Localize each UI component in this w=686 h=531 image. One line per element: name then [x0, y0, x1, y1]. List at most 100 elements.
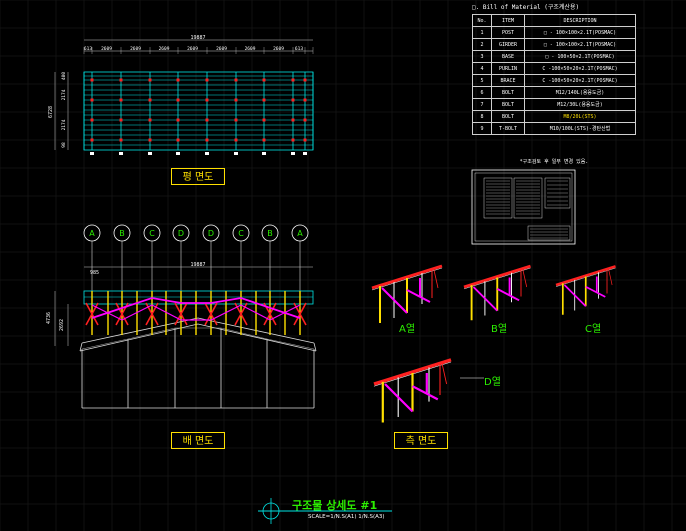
drawing-title: 구조물 상세도 #1: [292, 499, 378, 512]
base-plate: [119, 152, 123, 155]
section-frame: [555, 265, 616, 315]
bom-cell-no: 6: [472, 86, 492, 99]
post-marker: [262, 118, 266, 122]
bom-title: □. Bill of Material (구조계산용): [472, 4, 580, 11]
plan-span-dimension: 613: [295, 46, 303, 52]
building-outline: [79, 317, 317, 409]
section-frame: [463, 264, 531, 321]
post-marker: [205, 98, 209, 102]
section-frame: [373, 358, 452, 423]
elevation-posts-braces: [85, 291, 307, 335]
row-marker-letter: C: [149, 229, 155, 238]
post-marker: [119, 98, 123, 102]
bom-header-description: DESCRIPTION: [524, 14, 636, 27]
bom-cell-item: T-BOLT: [491, 122, 525, 135]
side-sections: [371, 264, 616, 423]
post-marker: [148, 78, 152, 82]
bom-row: 7 BOLT M12/30L(용융도금): [472, 98, 636, 111]
section-d-label: D열: [484, 377, 501, 388]
side-view-label: 측 면도: [394, 432, 448, 449]
bill-of-material-table: No. ITEM DESCRIPTION 1 POST □ - 100×100×2.…: [472, 14, 636, 135]
base-plate: [291, 152, 295, 155]
bom-cell-item: BOLT: [491, 110, 525, 123]
bom-row: 5 BRACE C -100×50×20×2.1T(POSMAC): [472, 74, 636, 87]
bom-cell-item: BRACE: [491, 74, 525, 87]
elevation-panel-frame: [83, 290, 314, 305]
elevation-view-label: 배 면도: [171, 432, 225, 449]
bom-cell-description: □ - 100×50×2.1T(POSMAC): [524, 50, 636, 63]
plan-span-dimension: 2609: [159, 46, 170, 52]
plan-label-prefix: 평: [182, 172, 192, 183]
base-plate: [234, 152, 238, 155]
post-marker: [262, 98, 266, 102]
post-marker: [303, 138, 307, 142]
post-marker: [176, 118, 180, 122]
side-label-prefix: 측: [405, 436, 415, 447]
post-marker: [262, 78, 266, 82]
base-plate: [262, 152, 266, 155]
plan-depth-dimension: 6728: [48, 106, 54, 118]
row-marker-letter: D: [178, 229, 184, 238]
row-marker-letter: B: [119, 229, 125, 238]
bom-cell-item: GIRDER: [491, 38, 525, 51]
post-marker: [205, 138, 209, 142]
post-marker: [291, 118, 295, 122]
bom-cell-no: 9: [472, 122, 492, 135]
plan-depth-part: 2174: [61, 119, 67, 130]
plan-span-dimension: 2609: [130, 46, 141, 52]
plan-span-dimension: 2609: [273, 46, 284, 52]
bom-row: 4 PURLIN C -100×50×20×2.1T(POSMAC): [472, 62, 636, 75]
bom-cell-no: 3: [472, 50, 492, 63]
bom-row: 3 BASE □ - 100×50×2.1T(POSMAC): [472, 50, 636, 63]
elevation-label-prefix: 배: [182, 436, 192, 447]
post-marker: [234, 98, 238, 102]
elevation-overall-dimension: 19887: [190, 262, 205, 268]
base-plate: [148, 152, 152, 155]
drawing-scale: SCALE=1/N.S(A1) 1/N.S(A3): [308, 514, 385, 520]
bom-cell-no: 5: [472, 74, 492, 87]
post-marker: [148, 98, 152, 102]
base-plate: [205, 152, 209, 155]
bom-cell-item: POST: [491, 26, 525, 39]
bom-cell-item: BASE: [491, 50, 525, 63]
bom-row: 2 GIRDER □ - 100×100×2.1T(POSMAC): [472, 38, 636, 51]
post-marker: [291, 98, 295, 102]
post-marker: [205, 118, 209, 122]
bom-cell-item: PURLIN: [491, 62, 525, 75]
plan-purlin-grid: [83, 71, 314, 151]
base-plate: [176, 152, 180, 155]
elevation-label-text: 면도: [194, 436, 214, 447]
post-marker: [234, 78, 238, 82]
bom-cell-description: C -100×50×20×2.1T(POSMAC): [524, 74, 636, 87]
post-marker: [303, 78, 307, 82]
bom-cell-no: 8: [472, 110, 492, 123]
post-marker: [148, 118, 152, 122]
plan-span-dimension: 2609: [245, 46, 256, 52]
bom-cell-description: □ - 100×100×2.1T(POSMAC): [524, 38, 636, 51]
bom-cell-description: M12/30L(용융도금): [524, 98, 636, 111]
plan-depth-part: 98: [61, 142, 67, 148]
post-marker: [119, 78, 123, 82]
plan-span-dimension: 2609: [216, 46, 227, 52]
base-plate: [90, 152, 94, 155]
row-marker-letter: D: [208, 229, 214, 238]
miniature-sheet: [471, 169, 576, 245]
section-a-label: A열: [399, 324, 416, 335]
plan-depth-part: 400: [61, 72, 67, 80]
post-marker: [262, 138, 266, 142]
elevation-left-dimension: 985: [90, 270, 99, 276]
plan-overall-dimension: 19887: [190, 35, 205, 41]
bom-cell-no: 2: [472, 38, 492, 51]
plan-label-text: 면도: [194, 172, 214, 183]
bom-cell-item: BOLT: [491, 86, 525, 99]
bom-header-item: ITEM: [491, 14, 525, 27]
bom-cell-description: □ - 100×100×2.1T(POSMAC): [524, 26, 636, 39]
section-b-label: B열: [491, 324, 508, 335]
post-marker: [176, 138, 180, 142]
bom-cell-no: 4: [472, 62, 492, 75]
side-label-text: 면도: [417, 436, 437, 447]
post-marker: [90, 98, 94, 102]
bom-cell-description: C -100×50×20×2.1T(POSMAC): [524, 62, 636, 75]
post-marker: [303, 118, 307, 122]
bom-row: 6 BOLT M12/140L(용융도금): [472, 86, 636, 99]
